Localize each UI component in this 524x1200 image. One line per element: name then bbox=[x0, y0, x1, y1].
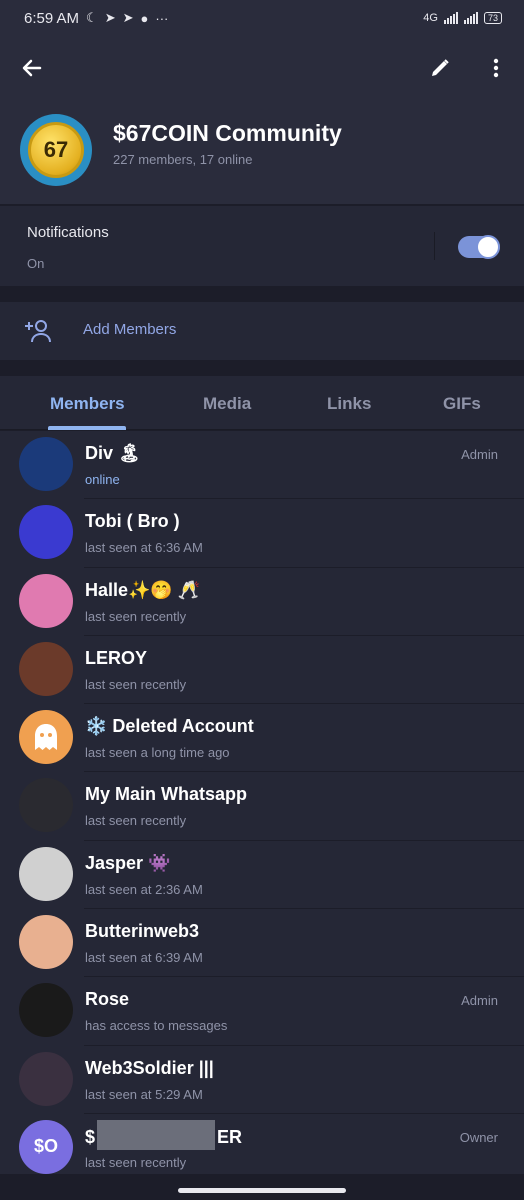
member-name: LEROY bbox=[85, 647, 148, 668]
status-time: 6:59 AM bbox=[24, 9, 80, 27]
notifications-row[interactable]: Notifications On bbox=[0, 206, 524, 286]
member-name: $ ER bbox=[85, 1119, 243, 1150]
member-row[interactable]: Jasper 👾 last seen at 2:36 AM bbox=[0, 841, 524, 910]
more-dots-icon: ··· bbox=[155, 10, 169, 26]
member-status: last seen a long time ago bbox=[85, 745, 230, 761]
member-row[interactable]: LEROY last seen recently bbox=[0, 636, 524, 705]
member-row[interactable]: Div 🏝 online Admin bbox=[0, 431, 524, 500]
avatar bbox=[19, 778, 73, 833]
avatar bbox=[19, 710, 73, 765]
status-bar: 6:59 AM ☾ ➤ ➤ ● ··· 4G 73 bbox=[0, 0, 524, 36]
notifications-value: On bbox=[27, 256, 45, 271]
member-row[interactable]: Butterinweb3 last seen at 6:39 AM bbox=[0, 909, 524, 978]
member-row[interactable]: My Main Whatsapp last seen recently bbox=[0, 772, 524, 841]
telegram-icon: ➤ bbox=[122, 10, 134, 25]
add-members-label: Add Members bbox=[83, 321, 177, 338]
avatar bbox=[19, 846, 73, 901]
tab-links[interactable]: Links bbox=[327, 394, 371, 414]
member-status: last seen at 6:36 AM bbox=[85, 540, 203, 556]
divider bbox=[434, 232, 435, 260]
notifications-label: Notifications bbox=[27, 224, 109, 241]
telegram-icon: ➤ bbox=[104, 10, 116, 25]
battery-icon: 73 bbox=[483, 12, 502, 24]
edit-pencil-icon[interactable] bbox=[428, 56, 452, 80]
member-status: has access to messages bbox=[85, 1018, 228, 1034]
avatar bbox=[19, 437, 73, 491]
tab-gifs[interactable]: GIFs bbox=[443, 394, 481, 414]
member-name: Butterinweb3 bbox=[85, 921, 200, 942]
group-title: $67COIN Community bbox=[113, 120, 342, 146]
member-name-prefix: $ bbox=[85, 1126, 96, 1147]
avatar bbox=[19, 983, 73, 1038]
member-row[interactable]: Web3Soldier ||| last seen at 5:29 AM bbox=[0, 1046, 524, 1114]
signal-icon bbox=[443, 12, 458, 24]
avatar: $O bbox=[19, 1119, 73, 1174]
coin-logo: 67 bbox=[28, 122, 84, 178]
group-avatar[interactable]: 67 bbox=[20, 114, 92, 186]
member-name: Jasper 👾 bbox=[85, 852, 171, 873]
toggle-knob bbox=[476, 235, 500, 259]
member-name-suffix: ER bbox=[217, 1126, 243, 1147]
system-nav-bar bbox=[0, 1174, 524, 1200]
member-row[interactable]: $O $ ER last seen recently Owner bbox=[0, 1114, 524, 1182]
status-left: 6:59 AM ☾ ➤ ➤ ● ··· bbox=[24, 10, 168, 27]
member-status: last seen recently bbox=[85, 813, 187, 829]
avatar bbox=[19, 1051, 73, 1106]
member-status: last seen recently bbox=[85, 676, 187, 692]
avatar bbox=[19, 505, 73, 560]
member-name: ❄️ Deleted Account bbox=[85, 716, 254, 737]
member-name: Web3Soldier ||| bbox=[85, 1057, 214, 1078]
member-name: Div 🏝 bbox=[85, 443, 141, 463]
member-name: Halle✨🤭 🥂 bbox=[85, 579, 201, 600]
member-role-badge: Admin bbox=[461, 447, 498, 462]
member-row[interactable]: ❄️ Deleted Account last seen a long time… bbox=[0, 704, 524, 773]
member-name: Rose bbox=[85, 989, 130, 1010]
add-members-row[interactable]: Add Members bbox=[0, 302, 524, 360]
member-status: online bbox=[85, 472, 120, 487]
active-tab-indicator bbox=[48, 426, 126, 430]
chat-icon: ● bbox=[140, 10, 149, 26]
signal-icon bbox=[463, 12, 478, 24]
home-indicator[interactable] bbox=[178, 1188, 346, 1193]
ghost-icon bbox=[35, 724, 57, 751]
chat-header: 67 $67COIN Community 227 members, 17 onl… bbox=[0, 36, 524, 204]
member-role-badge: Admin bbox=[461, 993, 498, 1009]
member-name: My Main Whatsapp bbox=[85, 784, 248, 805]
media-tabs: Members Media Links GIFs bbox=[0, 376, 524, 430]
notifications-toggle[interactable] bbox=[458, 235, 500, 259]
avatar bbox=[19, 573, 73, 628]
avatar bbox=[19, 915, 73, 970]
tab-media[interactable]: Media bbox=[203, 394, 251, 414]
member-name: Tobi ( Bro ) bbox=[85, 511, 180, 532]
member-status: last seen recently bbox=[85, 608, 187, 624]
moon-icon: ☾ bbox=[86, 10, 98, 25]
redacted-block bbox=[97, 1119, 216, 1150]
group-member-count: 227 members, 17 online bbox=[113, 152, 253, 167]
member-row[interactable]: Rose has access to messages Admin bbox=[0, 977, 524, 1046]
member-row[interactable]: Halle✨🤭 🥂 last seen recently bbox=[0, 568, 524, 636]
member-status: last seen at 5:29 AM bbox=[85, 1086, 203, 1102]
member-status: last seen recently bbox=[85, 1154, 187, 1170]
member-status: last seen at 2:36 AM bbox=[85, 881, 203, 897]
member-role-badge: Owner bbox=[459, 1129, 498, 1145]
avatar bbox=[19, 641, 73, 696]
member-status: last seen at 6:39 AM bbox=[85, 950, 203, 966]
back-arrow-icon[interactable] bbox=[20, 56, 44, 80]
member-row[interactable]: Tobi ( Bro ) last seen at 6:36 AM bbox=[0, 499, 524, 568]
tab-members[interactable]: Members bbox=[50, 394, 125, 414]
members-list: Div 🏝 online Admin Tobi ( Bro ) last see… bbox=[0, 431, 524, 1183]
network-type: 4G bbox=[423, 12, 438, 24]
add-user-icon bbox=[25, 320, 51, 343]
more-vertical-icon[interactable] bbox=[484, 56, 508, 80]
status-right: 4G 73 bbox=[423, 12, 502, 24]
